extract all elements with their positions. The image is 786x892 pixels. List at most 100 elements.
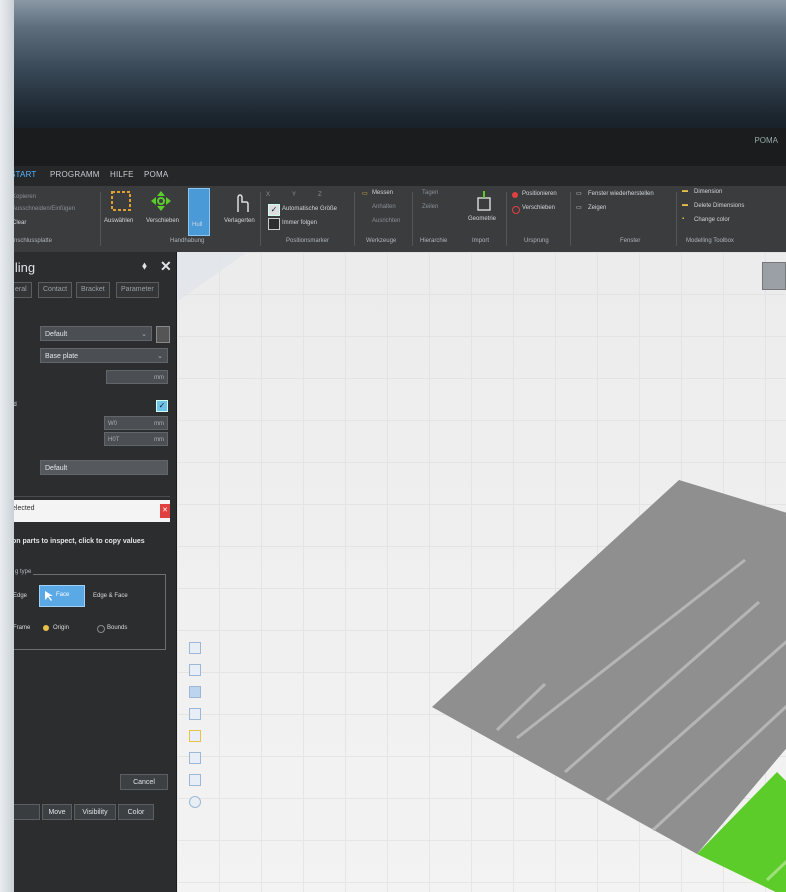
auto-size-checkbox[interactable]: ✓: [268, 204, 280, 216]
group-import: Import: [472, 238, 490, 244]
selection-field[interactable]: elected ✕: [10, 500, 170, 522]
pos-y[interactable]: Y: [292, 192, 296, 198]
3d-viewport[interactable]: [177, 252, 786, 892]
ribbon-cut-paste[interactable]: Ausschneiden/Einfügen: [12, 206, 75, 212]
tab-move[interactable]: Move: [42, 804, 72, 820]
divider: [10, 496, 170, 497]
stop-label[interactable]: Anhalten: [372, 204, 396, 210]
cursor-icon: [45, 591, 53, 601]
app-window: ◂ POMA START PROGRAMM HILFE POMA Kopiere…: [10, 128, 786, 892]
move-icon[interactable]: [150, 190, 172, 212]
snap-edge-face-option[interactable]: Edge & Face: [93, 593, 128, 599]
snap-bounds-option[interactable]: Bounds: [107, 625, 127, 631]
origin-position-label[interactable]: Positionieren: [522, 191, 557, 197]
ribbon-clear[interactable]: Clear: [12, 220, 26, 226]
view-tool-icon[interactable]: [189, 686, 201, 698]
tab-visibility[interactable]: Visibility: [74, 804, 116, 820]
width-field[interactable]: W0 mm: [104, 416, 168, 430]
pos-z[interactable]: Z: [318, 192, 322, 198]
follow-checkbox[interactable]: [268, 218, 280, 230]
menu-poma[interactable]: POMA: [144, 170, 168, 179]
hull-button[interactable]: [188, 188, 210, 236]
window-restore-icon: ▭: [576, 191, 582, 197]
pin-icon[interactable]: ⬧: [142, 260, 147, 273]
window-show-label[interactable]: Zeigen: [588, 205, 606, 211]
dimension-label[interactable]: Dimension: [694, 189, 722, 195]
group-hierarchie: Hierarchie: [420, 238, 448, 244]
snap-origin-option[interactable]: Origin: [53, 625, 69, 631]
menu-hilfe[interactable]: HILFE: [110, 170, 134, 179]
type-dropdown[interactable]: Base plate ⌄: [40, 348, 168, 363]
titlebar: ◂ POMA: [10, 128, 786, 166]
tab-bracket[interactable]: Bracket: [76, 282, 110, 298]
view-tool-icon[interactable]: [189, 774, 201, 786]
photo-scene: ◂ POMA START PROGRAMM HILFE POMA Kopiere…: [0, 0, 786, 892]
chevron-down-icon: ⌄: [157, 353, 163, 360]
panel-title: lling: [12, 260, 36, 275]
origin-move-label[interactable]: Verschieben: [522, 205, 555, 211]
select-icon[interactable]: [110, 190, 132, 212]
auto-size-label: Automatische Größe: [282, 206, 338, 212]
view-tool-icon[interactable]: [189, 796, 201, 808]
ribbon-separator: [354, 192, 355, 246]
unit-label: mm: [154, 437, 164, 443]
window-show-icon: ▭: [576, 205, 582, 211]
change-color-label[interactable]: Change color: [694, 217, 730, 223]
tool-verschieben[interactable]: Verschieben: [146, 218, 179, 224]
bounds-radio[interactable]: [97, 625, 105, 633]
geometry-icon[interactable]: [474, 190, 494, 212]
bottom-tab-left[interactable]: [10, 804, 40, 820]
pos-x[interactable]: X: [266, 192, 270, 198]
cancel-button[interactable]: Cancel: [120, 774, 168, 790]
snap-face-button[interactable]: Face: [39, 585, 85, 607]
rows-label[interactable]: Zeilen: [422, 204, 438, 210]
ribbon-separator: [570, 192, 571, 246]
add-icon[interactable]: [156, 326, 170, 343]
view-tool-icon[interactable]: [189, 664, 201, 676]
group-werkzeuge: Werkzeuge: [366, 238, 397, 244]
snap-frame-option[interactable]: Frame: [13, 625, 30, 631]
tool-hull[interactable]: Hull: [192, 222, 202, 228]
measure-label[interactable]: Messen: [372, 190, 393, 196]
properties-panel: lling ⬧ ✕ eral Contact Bracket Parameter…: [10, 252, 177, 892]
tab-parameter[interactable]: Parameter: [116, 282, 159, 298]
profile-dropdown-value: Default: [45, 331, 68, 338]
delete-dimensions-label[interactable]: Delete Dimensions: [694, 203, 744, 209]
monitor-edge: [0, 0, 14, 892]
snap-edge-option[interactable]: Edge: [13, 593, 27, 599]
delete-dimension-icon: ▬: [682, 202, 688, 208]
thickness-field[interactable]: mm: [106, 370, 168, 384]
ribbon-separator: [506, 192, 507, 246]
menu-programm[interactable]: PROGRAMM: [50, 170, 100, 179]
enabled-checkbox[interactable]: ✓: [156, 400, 168, 412]
view-tool-icon[interactable]: [189, 642, 201, 654]
default-field[interactable]: Default: [40, 460, 168, 475]
tab-contact[interactable]: Contact: [38, 282, 73, 298]
ribbon-separator: [100, 192, 101, 246]
hand-icon[interactable]: [232, 190, 250, 214]
view-tool-icon[interactable]: [189, 730, 201, 742]
navigation-cube[interactable]: [762, 262, 786, 290]
ribbon: Kopieren Ausschneiden/Einfügen Clear Ans…: [10, 186, 786, 253]
origin-radio-selected[interactable]: [43, 625, 49, 631]
color-icon: ▪: [682, 216, 685, 222]
group-position: Positionsmarker: [286, 238, 330, 244]
height-field[interactable]: H0T mm: [104, 432, 168, 446]
measure-icon[interactable]: ▭: [362, 190, 368, 197]
width-value: W0: [108, 421, 117, 427]
tag-label[interactable]: Tagen: [422, 190, 438, 196]
tool-verlagerten[interactable]: Verlagerten: [224, 218, 255, 224]
view-tool-icon[interactable]: [189, 708, 201, 720]
move-origin-icon: [512, 206, 520, 214]
geometry-label[interactable]: Geometrie: [468, 216, 496, 222]
profile-dropdown[interactable]: Default ⌄: [40, 326, 152, 341]
close-icon[interactable]: ✕: [160, 258, 172, 275]
ribbon-copy[interactable]: Kopieren: [12, 194, 36, 200]
tool-auswaehlen[interactable]: Auswählen: [104, 218, 133, 224]
view-tool-icon[interactable]: [189, 752, 201, 764]
align-label[interactable]: Ausrichten: [372, 218, 400, 224]
tab-color[interactable]: Color: [118, 804, 154, 820]
type-dropdown-value: Base plate: [45, 353, 79, 360]
window-restore-label[interactable]: Fenster wiederherstellen: [588, 191, 654, 197]
clear-selection-icon[interactable]: ✕: [160, 504, 170, 518]
